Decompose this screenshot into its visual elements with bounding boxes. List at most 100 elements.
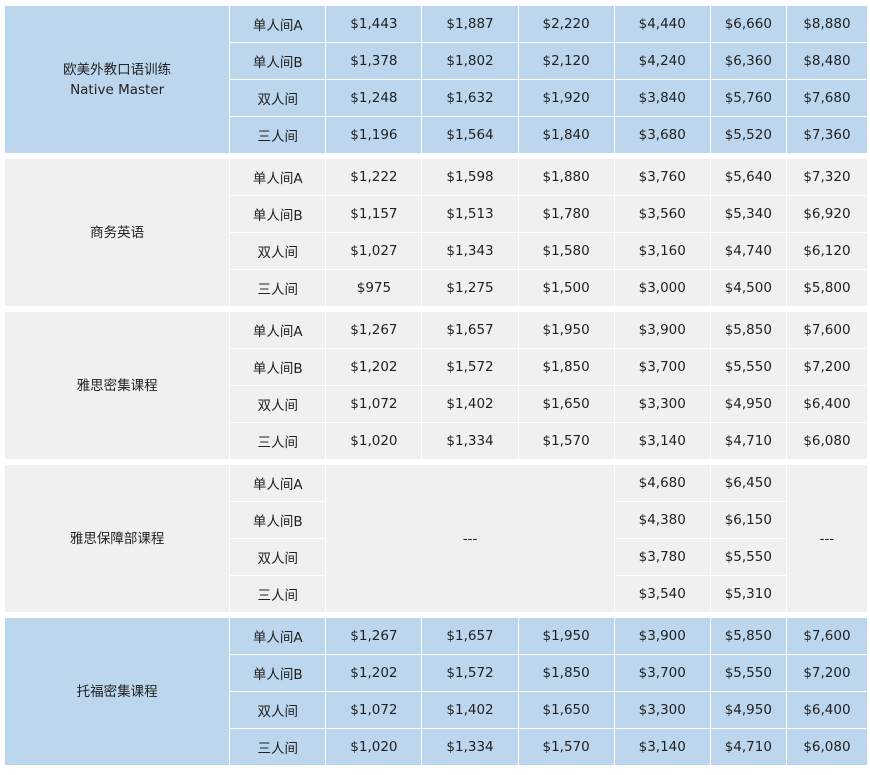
price-cell: $3,560 <box>614 196 710 232</box>
course-name: 雅思保障部课程 <box>69 530 165 547</box>
price-cell: $1,657 <box>422 618 518 654</box>
price-cell: $1,157 <box>326 196 422 232</box>
price-cell: $1,570 <box>518 729 614 765</box>
course-name: 托福密集课程 <box>76 683 158 700</box>
course-subtitle: Native Master <box>70 81 165 98</box>
price-cell: $1,378 <box>326 43 422 79</box>
price-cell: $1,343 <box>422 233 518 269</box>
price-cell: $6,450 <box>710 465 786 501</box>
price-cell: $1,920 <box>518 80 614 116</box>
course-name-cell: 托福密集课程 <box>5 618 230 765</box>
price-cell: $1,222 <box>326 159 422 195</box>
price-cell: $3,680 <box>614 117 710 153</box>
price-cell: $6,080 <box>786 423 867 459</box>
price-cell: $7,680 <box>786 80 867 116</box>
price-cell: $3,900 <box>614 312 710 348</box>
price-cell: $1,580 <box>518 233 614 269</box>
price-cell: $1,887 <box>422 6 518 42</box>
price-cell: $3,140 <box>614 729 710 765</box>
room-type: 单人间A <box>230 6 326 42</box>
price-cell: $1,564 <box>422 117 518 153</box>
price-cell: $4,710 <box>710 729 786 765</box>
price-cell: $1,570 <box>518 423 614 459</box>
group-separator <box>5 307 867 311</box>
price-cell: $1,500 <box>518 270 614 306</box>
price-cell: $5,850 <box>710 618 786 654</box>
room-type: 单人间A <box>230 618 326 654</box>
room-type: 单人间A <box>230 312 326 348</box>
price-cell: $4,710 <box>710 423 786 459</box>
price-cell: $3,900 <box>614 618 710 654</box>
room-type: 单人间A <box>230 465 326 501</box>
room-type: 单人间B <box>230 196 326 232</box>
price-cell: $3,140 <box>614 423 710 459</box>
price-cell: $975 <box>326 270 422 306</box>
price-cell: $6,920 <box>786 196 867 232</box>
price-cell: $1,650 <box>518 692 614 728</box>
course-name: 欧美外教口语训练 <box>63 61 172 78</box>
room-type: 三人间 <box>230 423 326 459</box>
price-cell: $1,402 <box>422 386 518 422</box>
price-cell: $5,550 <box>710 539 786 575</box>
price-cell: $1,267 <box>326 312 422 348</box>
price-cell: $3,700 <box>614 655 710 691</box>
not-available-cell: --- <box>786 465 867 612</box>
pricing-table: 欧美外教口语训练 Native Master 单人间A $1,443 $1,88… <box>4 5 868 766</box>
price-cell: $7,320 <box>786 159 867 195</box>
table-row: 雅思保障部课程 单人间A --- $4,680 $6,450 --- <box>5 465 867 612</box>
room-type: 单人间B <box>230 502 326 538</box>
price-cell: $1,950 <box>518 312 614 348</box>
price-cell: $1,632 <box>422 80 518 116</box>
price-cell: $7,600 <box>786 618 867 654</box>
price-cell: $1,402 <box>422 692 518 728</box>
room-type: 三人间 <box>230 729 326 765</box>
price-cell: $1,840 <box>518 117 614 153</box>
price-cell: $1,657 <box>422 312 518 348</box>
price-cell: $1,802 <box>422 43 518 79</box>
price-cell: $3,300 <box>614 692 710 728</box>
price-cell: $1,513 <box>422 196 518 232</box>
price-cell: $1,443 <box>326 6 422 42</box>
price-cell: $1,850 <box>518 655 614 691</box>
price-cell: $7,600 <box>786 312 867 348</box>
price-cell: $2,220 <box>518 6 614 42</box>
price-cell: $3,300 <box>614 386 710 422</box>
course-name-cell: 商务英语 <box>5 159 230 306</box>
price-cell: $6,360 <box>710 43 786 79</box>
price-cell: $7,200 <box>786 349 867 385</box>
price-cell: $5,850 <box>710 312 786 348</box>
price-cell: $1,202 <box>326 349 422 385</box>
price-cell: $1,248 <box>326 80 422 116</box>
price-cell: $3,780 <box>614 539 710 575</box>
course-name: 雅思密集课程 <box>76 377 158 394</box>
price-cell: $2,120 <box>518 43 614 79</box>
price-cell: $1,072 <box>326 692 422 728</box>
price-cell: $1,020 <box>326 729 422 765</box>
price-cell: $1,072 <box>326 386 422 422</box>
room-type: 双人间 <box>230 80 326 116</box>
price-cell: $5,640 <box>710 159 786 195</box>
price-cell: $4,680 <box>614 465 710 501</box>
room-type: 双人间 <box>230 539 326 575</box>
price-cell: $6,400 <box>786 692 867 728</box>
price-cell: $4,440 <box>614 6 710 42</box>
price-cell: $1,572 <box>422 655 518 691</box>
price-cell: $4,740 <box>710 233 786 269</box>
price-cell: $1,572 <box>422 349 518 385</box>
price-cell: $3,540 <box>614 576 710 612</box>
price-cell: $4,950 <box>710 692 786 728</box>
room-type: 三人间 <box>230 270 326 306</box>
group-separator <box>5 460 867 464</box>
room-type: 双人间 <box>230 233 326 269</box>
price-cell: $1,780 <box>518 196 614 232</box>
room-type: 三人间 <box>230 117 326 153</box>
price-cell: $5,550 <box>710 655 786 691</box>
price-cell: $1,334 <box>422 729 518 765</box>
course-name: 商务英语 <box>90 224 145 241</box>
price-cell: $5,520 <box>710 117 786 153</box>
price-cell: $5,760 <box>710 80 786 116</box>
room-type: 单人间B <box>230 349 326 385</box>
price-cell: $8,880 <box>786 6 867 42</box>
group-separator <box>5 613 867 617</box>
price-cell: $1,275 <box>422 270 518 306</box>
